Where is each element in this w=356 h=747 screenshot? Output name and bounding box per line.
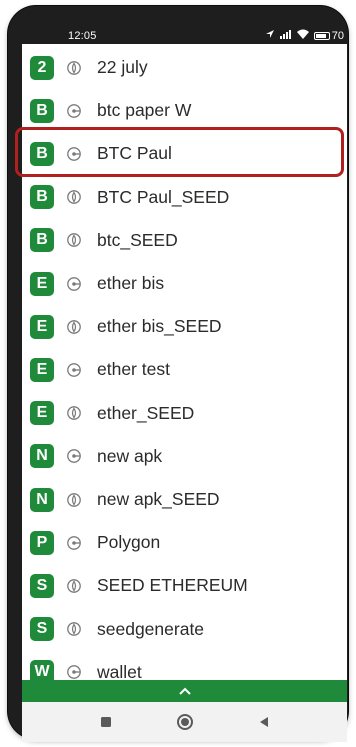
- status-icons: 70: [265, 29, 344, 42]
- list-item[interactable]: Eether_SEED: [22, 392, 347, 435]
- list-item[interactable]: Eether bis_SEED: [22, 305, 347, 348]
- battery-icon: [313, 31, 330, 40]
- list-item-label: new apk_SEED: [97, 489, 220, 509]
- key-icon: [66, 146, 82, 162]
- letter-badge: N: [30, 444, 54, 469]
- list-item-label: Polygon: [97, 532, 161, 553]
- seed-icon: [66, 578, 82, 594]
- list-item[interactable]: Bbtc paper W: [22, 89, 347, 132]
- letter-badge: E: [30, 401, 54, 426]
- seed-icon: [66, 405, 82, 421]
- letter-badge: B: [30, 185, 54, 210]
- letter-badge: W: [30, 660, 54, 680]
- letter-badge: 2: [30, 55, 54, 80]
- wallet-list-screen: 2 22 july Bbtc paper W B BTC Paul B BTC Paul_S…: [22, 44, 347, 680]
- list-item-label: SEED ETHEREUM: [97, 575, 248, 596]
- seed-icon: [66, 492, 82, 508]
- status-time: 12:05: [68, 30, 97, 42]
- letter-badge: B: [30, 141, 54, 166]
- list-item-label: 22 july: [97, 57, 148, 77]
- letter-badge: E: [30, 314, 54, 339]
- battery-indicator: 70: [313, 29, 344, 42]
- key-icon: [66, 535, 82, 551]
- seed-icon: [66, 60, 82, 76]
- seed-icon: [66, 189, 82, 205]
- letter-badge: S: [30, 573, 54, 598]
- list-item-label: ether bis: [97, 273, 165, 293]
- list-item[interactable]: S SEED ETHEREUM: [22, 564, 347, 607]
- list-item-label: btc_SEED: [97, 229, 178, 250]
- home-circle-icon[interactable]: [175, 712, 195, 732]
- list-item-label: wallet: [97, 661, 142, 680]
- list-item-label: BTC Paul_SEED: [97, 186, 230, 207]
- list-item[interactable]: P Polygon: [22, 521, 347, 564]
- back-triangle-icon[interactable]: [254, 712, 274, 732]
- list-item[interactable]: Wwallet: [22, 651, 347, 680]
- list-item-label: ether_SEED: [97, 402, 195, 423]
- letter-badge: B: [30, 98, 54, 123]
- seed-icon: [66, 621, 82, 637]
- wifi-icon: [296, 29, 309, 42]
- key-icon: [66, 448, 82, 464]
- location-icon: [265, 29, 275, 42]
- key-icon: [66, 276, 82, 292]
- key-icon: [66, 103, 82, 119]
- list-item-label: btc paper W: [97, 100, 192, 121]
- list-item-label: seedgenerate: [97, 618, 205, 639]
- list-item[interactable]: B BTC Paul_SEED: [22, 176, 347, 219]
- list-item[interactable]: B BTC Paul: [22, 132, 347, 175]
- letter-badge: P: [30, 530, 54, 555]
- seed-icon: [66, 232, 82, 248]
- list-item-label: new apk: [97, 445, 163, 466]
- letter-badge: N: [30, 487, 54, 512]
- key-icon: [66, 664, 82, 680]
- list-item[interactable]: Nnew apk: [22, 435, 347, 478]
- recents-square-icon[interactable]: [96, 712, 116, 732]
- seed-icon: [66, 319, 82, 335]
- signal-icon: [279, 29, 292, 42]
- letter-badge: E: [30, 271, 54, 296]
- list-item-label: ether bis_SEED: [97, 316, 222, 337]
- battery-level: 70: [331, 29, 344, 42]
- system-nav-bar: [22, 702, 347, 742]
- letter-badge: E: [30, 357, 54, 382]
- list-item[interactable]: Eether test: [22, 348, 347, 391]
- chevron-up-icon[interactable]: [178, 682, 191, 700]
- key-icon: [66, 362, 82, 378]
- list-item[interactable]: Nnew apk_SEED: [22, 478, 347, 521]
- list-item-label: ether test: [97, 359, 170, 380]
- list-item-label: BTC Paul: [97, 143, 172, 164]
- list-item[interactable]: Bbtc_SEED: [22, 219, 347, 262]
- list-item[interactable]: Eether bis: [22, 262, 347, 305]
- letter-badge: S: [30, 617, 54, 642]
- list-item[interactable]: Sseedgenerate: [22, 608, 347, 651]
- expand-bar[interactable]: [22, 680, 347, 702]
- letter-badge: B: [30, 228, 54, 253]
- list-item[interactable]: 2 22 july: [22, 46, 347, 89]
